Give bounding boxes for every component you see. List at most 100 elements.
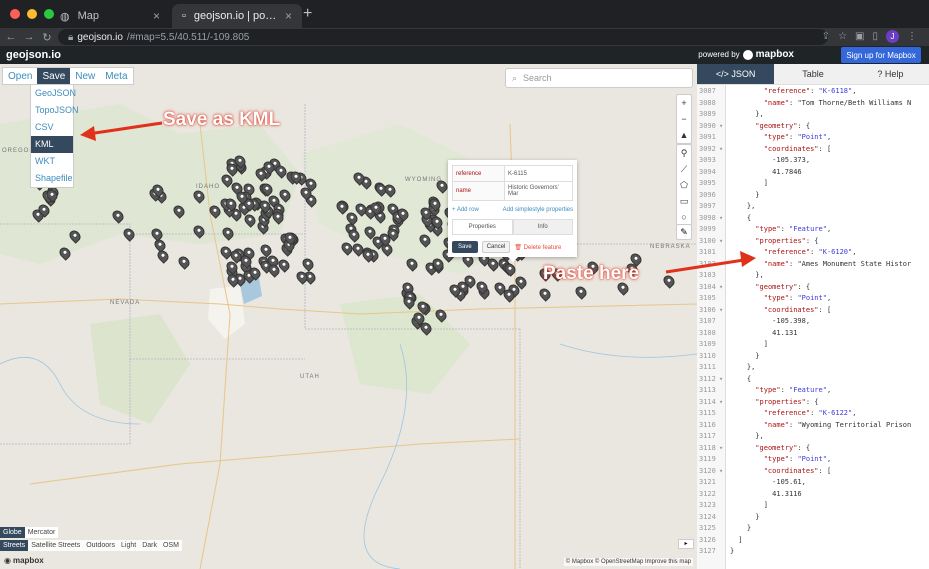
popup-cancel-button[interactable]: Cancel (481, 241, 511, 253)
map-marker[interactable] (573, 284, 589, 300)
save-option-topojson[interactable]: TopoJSON (31, 102, 79, 119)
save-option-shapefile[interactable]: Shapefile (31, 170, 73, 187)
forward-icon[interactable]: → (22, 31, 36, 43)
code-line: 3099 "type": "Feature", (697, 224, 929, 235)
bookmark-star-icon[interactable]: ☆ (838, 31, 847, 42)
style-streets[interactable]: Streets (0, 540, 29, 551)
tab-title: Map (77, 10, 100, 22)
fold-toggle-icon[interactable]: ▾ (719, 144, 723, 155)
map-marker[interactable] (300, 256, 316, 272)
property-key[interactable]: name (452, 181, 505, 201)
fold-toggle-icon[interactable]: ▾ (719, 466, 723, 477)
search-placeholder: Search (523, 73, 552, 83)
property-value[interactable]: K-6115 (504, 165, 573, 182)
collapse-panel-icon[interactable]: ▸ (678, 539, 694, 549)
close-tab-icon[interactable]: × (285, 9, 292, 23)
map-marker[interactable] (433, 307, 449, 323)
fold-toggle-icon[interactable]: ▾ (719, 213, 723, 224)
more-menu-icon[interactable]: ⋮ (907, 31, 917, 42)
map-marker[interactable] (67, 228, 83, 244)
projection-globe[interactable]: Globe (0, 527, 25, 538)
code-text: "type": "Point", (763, 455, 832, 463)
style-light[interactable]: Light (118, 540, 139, 551)
fold-toggle-icon[interactable]: ▾ (719, 121, 723, 132)
map-search[interactable]: ⌕ Search (505, 68, 693, 88)
style-dark[interactable]: Dark (139, 540, 160, 551)
tab-info[interactable]: Info (512, 219, 573, 235)
map-marker[interactable] (176, 254, 192, 270)
map-attribution[interactable]: © Mapbox © OpenStreetMap Improve this ma… (563, 558, 693, 566)
draw-polygon-icon[interactable]: ⬠ (677, 177, 691, 193)
json-editor[interactable]: 3087 "reference": "K-6118", 3088 "name": … (697, 85, 929, 569)
map-marker[interactable] (110, 208, 126, 224)
code-line: 3097 }, (697, 201, 929, 212)
draw-rectangle-icon[interactable]: ▭ (677, 193, 691, 209)
draw-circle-icon[interactable]: ○ (677, 209, 691, 225)
browser-tab-geojson[interactable]: ▫ geojson.io | powered by Mapbox × (172, 4, 302, 28)
add-row-link[interactable]: + Add row (452, 207, 479, 213)
edit-tool-icon[interactable]: ✎ (676, 224, 692, 240)
powered-by-mapbox[interactable]: powered by mapbox (698, 49, 794, 60)
style-satellite-streets[interactable]: Satellite Streets (28, 540, 83, 551)
code-text: "properties": { (755, 397, 819, 406)
map-marker[interactable] (191, 188, 207, 204)
zoom-out-button[interactable]: − (677, 111, 691, 127)
address-bar[interactable]: 🔒︎ geojson.io/#map=5.5/40.511/-109.805 (58, 29, 828, 45)
profile-avatar[interactable]: J (886, 30, 899, 43)
tab-json[interactable]: </> JSON (697, 64, 775, 84)
close-tab-icon[interactable]: × (153, 9, 160, 23)
tab-help[interactable]: ? Help (852, 64, 929, 84)
map-marker[interactable] (171, 203, 187, 219)
share-icon[interactable]: ⇪ (822, 31, 830, 42)
back-icon[interactable]: ← (4, 31, 18, 43)
minimize-window-button[interactable] (27, 9, 37, 19)
app-logo[interactable]: geojson.io (6, 49, 61, 61)
line-number: 3117 (699, 432, 716, 440)
menu-save[interactable]: Save (37, 68, 71, 84)
fold-toggle-icon[interactable]: ▾ (719, 374, 723, 385)
delete-feature-button[interactable]: 🗑︎ Delete feature (514, 244, 561, 251)
style-osm[interactable]: OSM (160, 540, 182, 551)
style-outdoors[interactable]: Outdoors (83, 540, 118, 551)
map-marker[interactable] (404, 256, 420, 272)
menu-open[interactable]: Open (3, 68, 37, 84)
extension-icon[interactable]: ▣ (855, 31, 864, 42)
fold-toggle-icon[interactable]: ▾ (719, 397, 723, 408)
reload-icon[interactable]: ↻ (40, 31, 54, 44)
save-option-wkt[interactable]: WKT (31, 153, 73, 170)
sidebar-icon[interactable]: ▯ (872, 31, 878, 42)
menu-new[interactable]: New (70, 68, 100, 84)
map-canvas[interactable]: OREGON IDAHO WYOMING NEVADA NEBRASKA UTA… (0, 64, 697, 569)
save-option-csv[interactable]: CSV (31, 119, 73, 136)
fold-toggle-icon[interactable]: ▾ (719, 305, 723, 316)
map-marker[interactable] (57, 245, 73, 261)
save-option-geojson[interactable]: GeoJSON (31, 85, 76, 102)
map-marker[interactable] (537, 286, 553, 302)
mapbox-attribution-logo[interactable]: ◉ mapbox (4, 556, 44, 565)
new-tab-button[interactable]: + (303, 5, 312, 23)
fold-toggle-icon[interactable]: ▾ (719, 236, 723, 247)
zoom-in-button[interactable]: + (677, 95, 691, 111)
save-option-kml[interactable]: KML (31, 136, 73, 153)
property-key[interactable]: reference (452, 165, 505, 182)
compass-button[interactable]: ▲ (677, 127, 691, 143)
close-window-button[interactable] (10, 9, 20, 19)
tab-table[interactable]: Table (774, 64, 851, 84)
line-number: 3107 (699, 317, 716, 325)
popup-save-button[interactable]: Save (452, 241, 478, 253)
menu-meta[interactable]: Meta (100, 68, 132, 84)
fold-toggle-icon[interactable]: ▾ (719, 282, 723, 293)
projection-mercator[interactable]: Mercator (24, 527, 59, 538)
signup-button[interactable]: Sign up for Mapbox (841, 47, 921, 63)
fold-toggle-icon[interactable]: ▾ (719, 443, 723, 454)
map-marker[interactable] (417, 232, 433, 248)
code-line: 3093 -105.373, (697, 155, 929, 166)
map-marker[interactable] (191, 223, 207, 239)
code-line: 3088 "name": "Tom Thorne/Beth Williams N (697, 98, 929, 109)
tab-properties[interactable]: Properties (452, 219, 513, 235)
map-marker[interactable] (220, 225, 236, 241)
draw-point-icon[interactable]: ⚲ (677, 145, 691, 161)
browser-tab-map[interactable]: ◍ Map × (50, 4, 170, 28)
map-marker[interactable] (121, 226, 137, 242)
draw-line-icon[interactable]: ⟋ (677, 161, 691, 177)
